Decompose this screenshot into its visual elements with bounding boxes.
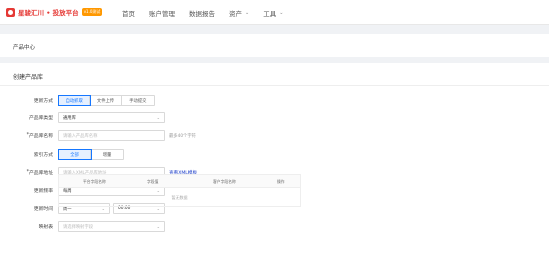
page-header: 产品中心 xyxy=(0,34,549,57)
nav-item-accounts[interactable]: 账户管理 xyxy=(149,8,175,18)
chevron-down-icon: ⌄ xyxy=(156,115,160,120)
update-frequency-label: 更新频率 xyxy=(33,189,53,194)
product-name-input[interactable]: 请输入产品库名称 xyxy=(58,130,165,141)
create-library-card: 创建产品库 更新方式 自动抓取 文件上传 手动提交 产品库类型 通用库 ⌄ * 产… xyxy=(0,63,549,278)
product-url-label: * 产品库地址 xyxy=(26,170,53,176)
mapping-placeholder: 请选择映射字段 xyxy=(63,224,94,230)
version-badge: v1.0测试 xyxy=(81,8,103,16)
divider xyxy=(0,85,549,86)
chevron-down-icon: ⌄ xyxy=(245,10,250,16)
mapping-select[interactable]: 请选择映射字段 ⌄ xyxy=(58,221,165,232)
column-header: 字段值 xyxy=(147,179,159,184)
brand-logo[interactable]: 星骏汇川 • 投放平台 v1.0测试 xyxy=(6,7,103,17)
logo-text: 星骏汇川 • 投放平台 xyxy=(18,9,79,17)
nav-item-reports[interactable]: 数据报告 xyxy=(189,8,215,18)
main-nav: 首页 账户管理 数据报告 资产 ⌄ 工具 ⌄ xyxy=(122,8,297,18)
index-method-option-incremental[interactable]: 增量 xyxy=(91,150,123,159)
top-bar: 星骏汇川 • 投放平台 v1.0测试 首页 账户管理 数据报告 资产 ⌄ 工具 ⌄ xyxy=(0,0,549,25)
product-type-select[interactable]: 通用库 ⌄ xyxy=(58,112,165,123)
column-header: 操作 xyxy=(277,179,285,184)
page-title: 产品中心 xyxy=(13,45,36,51)
nav-item-home[interactable]: 首页 xyxy=(122,8,135,18)
mapping-table-body: 暂无数据 xyxy=(58,188,301,207)
product-name-hint: 最多40个字符 xyxy=(169,134,196,139)
update-method-segmented: 自动抓取 文件上传 手动提交 xyxy=(57,95,155,106)
product-name-label: * 产品库名称 xyxy=(26,133,53,139)
update-method-option-upload[interactable]: 文件上传 xyxy=(90,96,122,105)
index-method-segmented: 全部 增量 xyxy=(57,149,124,160)
product-type-value: 通用库 xyxy=(63,115,76,121)
product-type-label: 产品库类型 xyxy=(29,116,53,121)
empty-state-text: 暂无数据 xyxy=(171,195,188,200)
nav-item-assets[interactable]: 资产 ⌄ xyxy=(229,8,249,18)
mapping-label: 映射表 xyxy=(38,225,53,230)
index-method-label: 索引方式 xyxy=(33,153,53,158)
logo-icon xyxy=(6,7,15,17)
section-title: 创建产品库 xyxy=(13,74,44,81)
update-method-option-manual[interactable]: 手动提交 xyxy=(122,96,154,105)
chevron-down-icon: ⌄ xyxy=(156,224,160,229)
nav-item-tools[interactable]: 工具 ⌄ xyxy=(263,8,283,18)
column-header: 平台字段名称 xyxy=(83,179,106,184)
chevron-down-icon: ⌄ xyxy=(279,10,284,16)
update-time-label: 更新时间 xyxy=(33,207,53,212)
index-method-option-all[interactable]: 全部 xyxy=(57,149,93,160)
mapping-table-header: 平台字段名称 字段值 客户字段名称 操作 xyxy=(58,174,301,188)
product-name-placeholder: 请输入产品库名称 xyxy=(63,133,98,139)
update-method-label: 更新方式 xyxy=(33,99,53,104)
update-method-option-auto[interactable]: 自动抓取 xyxy=(57,95,92,106)
column-header: 客户字段名称 xyxy=(213,179,236,184)
